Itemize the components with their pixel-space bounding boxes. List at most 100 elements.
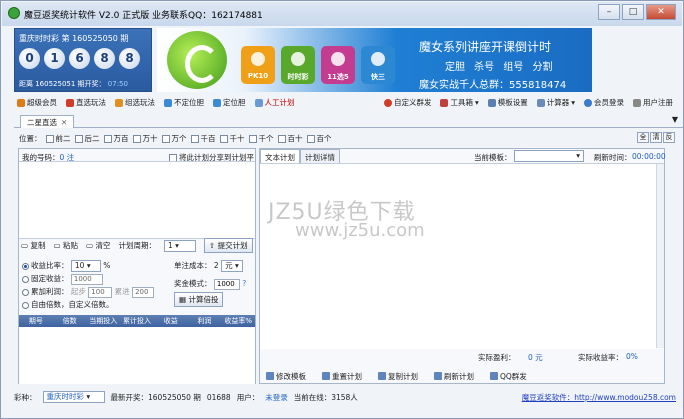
qq-broadcast-button[interactable]: QQ群发 [490,371,527,382]
position-option[interactable]: 百十 [277,133,303,144]
lottery-ball: 0 [19,48,40,69]
prize-row: 奖金模式： 1000 ? [174,279,247,290]
lottery-balls: 0 1 6 8 8 [19,48,140,69]
position-option[interactable]: 万个 [161,133,187,144]
toolbar-register[interactable]: 用户注册 [630,97,676,108]
paste-button[interactable]: ▭ 粘贴 [53,240,77,251]
calculator-icon [536,98,545,107]
refresh-plan-button[interactable]: 刷新计划 [434,371,474,382]
template-select[interactable]: ▾ [514,150,584,162]
clear-all-button[interactable]: 清 [650,132,662,143]
maximize-button[interactable]: □ [622,4,644,20]
edit-icon [266,372,274,380]
toolbar-direct[interactable]: 直选玩法 [63,97,109,108]
chart-icon [254,98,263,107]
stats-row: 实际盈利： 0 元 实际收益率： 0% [478,352,638,362]
toolbar-template[interactable]: 模板设置 [485,97,531,108]
kind-select[interactable]: 重庆时时彩 ▾ [42,391,105,403]
period-select[interactable]: 1 ▾ [163,239,196,252]
custom-row[interactable]: 自由倍数，自定义倍数。 [22,299,114,310]
copy-plan-button[interactable]: 复制计划 [378,371,418,382]
tab-plan-detail[interactable]: 计划详情 [300,149,340,163]
position-label: 位置： [19,133,42,143]
toolbar-tools[interactable]: 工具箱 ▾ [437,97,481,108]
calc-button[interactable]: ▦ 计算倍投 [174,292,224,307]
invert-button[interactable]: 反 [663,132,675,143]
unit-cost-row: 单注成本： 2 元 ▾ [174,260,244,272]
scrollbar[interactable] [656,164,664,348]
position-option[interactable]: 千百 [190,133,216,144]
lottery-ball: 8 [119,48,140,69]
tab-text-plan[interactable]: 文本计划 [260,149,300,163]
direct-icon [66,98,74,107]
game-pk10[interactable]: PK10 [241,46,275,84]
submit-plan-button[interactable]: ⇧ 提交计划 [203,238,253,253]
accum-row[interactable]: 累加利润： 起步 100 累进 200 [22,286,155,298]
watermark-url: www.jz5u.com [295,220,425,241]
lottery-title: 重庆时时彩 第 160525050 期 [19,34,129,43]
result-grid-header: 期号 倍数 当期投入 累计投入 收益 利润 收益率% [19,315,255,327]
toolbar-group[interactable]: 组选玩法 [112,97,158,108]
refresh-label: 刷新时间： [594,153,632,162]
register-icon [633,98,641,107]
template-icon [487,98,496,107]
online-count: 当前在线：3158人 [293,392,358,402]
edit-template-button[interactable]: 修改模板 [266,371,306,382]
position-option[interactable]: 前二 [45,133,71,144]
toolbar-vip[interactable]: 超级会员 [14,97,60,108]
user-status: 未登录 [265,392,288,402]
number-input-area[interactable] [19,161,255,239]
tab-two-star[interactable]: 二星直选 ✕ [20,115,75,128]
toolbar-broadcast[interactable]: 自定义群发 [381,97,435,108]
position-option[interactable]: 百个 [306,133,332,144]
toolbar-undecided[interactable]: 不定位胆 [161,97,207,108]
lottery-ball: 6 [69,48,90,69]
position-option[interactable]: 后二 [74,133,100,144]
template-label: 当前模板： [474,153,512,162]
banner-group: 魔女实战千人总群：555818474 [419,80,567,91]
toolbar-position[interactable]: 定位胆 [210,97,249,108]
ratio-row[interactable]: 收益比率： 10 ▾ % [22,260,110,272]
banner-subline: 定胆 杀号 组号 分割 [445,62,553,73]
copy-icon [378,372,386,380]
app-window: 魔豆返奖统计软件 V2.0 正式版 业务联系QQ：162174881 – □ ✕… [0,0,684,419]
game-k3[interactable]: 快三 [361,46,395,84]
position-option[interactable]: 万百 [103,133,129,144]
copy-button[interactable]: ▭ 复制 [21,240,45,251]
tools-icon [440,98,449,107]
right-footer: 修改模板 重置计划 复制计划 刷新计划 QQ群发 [260,369,664,383]
toolbar-manual[interactable]: 人工计划 [252,97,298,108]
window-title: 魔豆返奖统计软件 V2.0 正式版 业务联系QQ：162174881 [24,11,263,21]
ad-banner[interactable]: PK10 时时彩 11选5 快三 魔女系列讲座开课倒计时 定胆 杀号 组号 分割… [157,28,592,92]
reset-icon [322,372,330,380]
clear-button[interactable]: ▭ 清空 [86,240,110,251]
select-all-button[interactable]: 全 [637,132,649,143]
website-link[interactable]: 魔豆返奖软件：http://www.modou258.com [522,392,676,403]
lottery-ball: 1 [44,48,65,69]
toolbar-login[interactable]: 会员登录 [581,97,627,108]
close-tab-icon[interactable]: ✕ [61,118,67,127]
lottery-ball: 8 [94,48,115,69]
game-11x5[interactable]: 11选5 [321,46,355,84]
left-panel: 我的号码：0 注 将此计划分享到计划平台 ▭ 复制 ▭ 粘贴 ▭ 清空 计划周期… [18,148,256,384]
chevron-down-icon[interactable]: ▼ [672,115,678,124]
reset-plan-button[interactable]: 重置计划 [322,371,362,382]
right-panel: 文本计划 计划详情 当前模板： ▾ 刷新时间： 00:00:00 JZ5U绿色下… [259,148,666,384]
toolbar-calculator[interactable]: 计算器 ▾ [534,97,578,108]
position-option[interactable]: 千十 [219,133,245,144]
title-bar: 魔豆返奖统计软件 V2.0 正式版 业务联系QQ：162174881 – □ ✕ [2,2,682,26]
fixed-row[interactable]: 固定收益： 1000 [22,273,103,285]
position-option[interactable]: 万十 [132,133,158,144]
plan-text-area[interactable]: JZ5U绿色下载 www.jz5u.com [260,163,664,349]
close-button[interactable]: ✕ [646,4,676,20]
game-ssc[interactable]: 时时彩 [281,46,315,84]
status-bar: 彩种： 重庆时时彩 ▾ 最新开奖：160525050 期 01688 用户： 未… [14,391,676,403]
result-grid[interactable] [19,327,255,384]
position-icon [213,98,221,107]
position-option[interactable]: 千个 [248,133,274,144]
lottery-panel: 重庆时时彩 第 160525050 期 0 1 6 8 8 距离 1605250… [14,28,152,92]
group-icon [115,98,123,107]
next-draw: 距离 160525051 期开奖： 07:50 [19,80,128,88]
minimize-button[interactable]: – [598,4,620,20]
app-icon [8,7,20,19]
